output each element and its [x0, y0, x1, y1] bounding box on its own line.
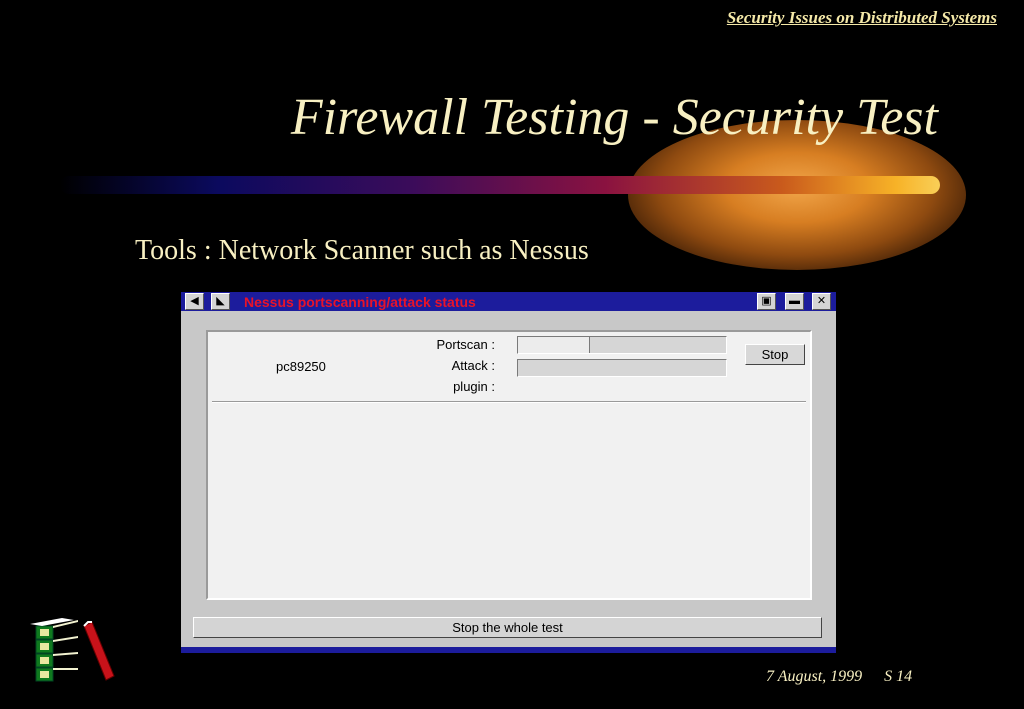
host-name: pc89250: [276, 359, 326, 374]
close-icon[interactable]: ✕: [812, 293, 831, 310]
books-icon: [30, 618, 115, 682]
book-stack-icon: [30, 618, 78, 682]
portscan-progress-fill: [518, 337, 590, 353]
minimize-icon[interactable]: ▬: [785, 293, 804, 310]
attack-progress-bar: [517, 359, 727, 377]
stop-button[interactable]: Stop: [745, 344, 805, 365]
stop-whole-test-button[interactable]: Stop the whole test: [193, 617, 822, 638]
slide-title: Firewall Testing - Security Test: [290, 89, 938, 146]
arrow-left-icon[interactable]: ◀: [185, 293, 204, 310]
panel-divider: [212, 401, 806, 403]
window-bottom-border: [181, 647, 836, 653]
status-panel: pc89250 Portscan : Attack : plugin : Sto…: [206, 330, 812, 600]
portscan-progress-bar: [517, 336, 727, 354]
decorative-swoosh: [60, 176, 940, 194]
footer-date: 7 August, 1999: [766, 668, 863, 685]
maximize-icon[interactable]: ▣: [757, 293, 776, 310]
course-title-link[interactable]: Security Issues on Distributed Systems: [727, 8, 997, 28]
slide-footer: 7 August, 1999 S 14: [766, 668, 912, 686]
slide-subtitle: Tools : Network Scanner such as Nessus: [135, 235, 589, 266]
window-title: Nessus portscanning/attack status: [244, 294, 476, 310]
red-book-icon: [83, 621, 115, 681]
window-titlebar: ◀ ◣ Nessus portscanning/attack status ▣ …: [181, 292, 836, 311]
plugin-label: plugin :: [453, 379, 495, 394]
portscan-label: Portscan :: [436, 337, 495, 352]
nessus-status-window: ◀ ◣ Nessus portscanning/attack status ▣ …: [181, 292, 836, 653]
attack-label: Attack :: [451, 358, 495, 373]
resize-corner-icon[interactable]: ◣: [211, 293, 230, 310]
slide-number: S 14: [884, 668, 913, 685]
